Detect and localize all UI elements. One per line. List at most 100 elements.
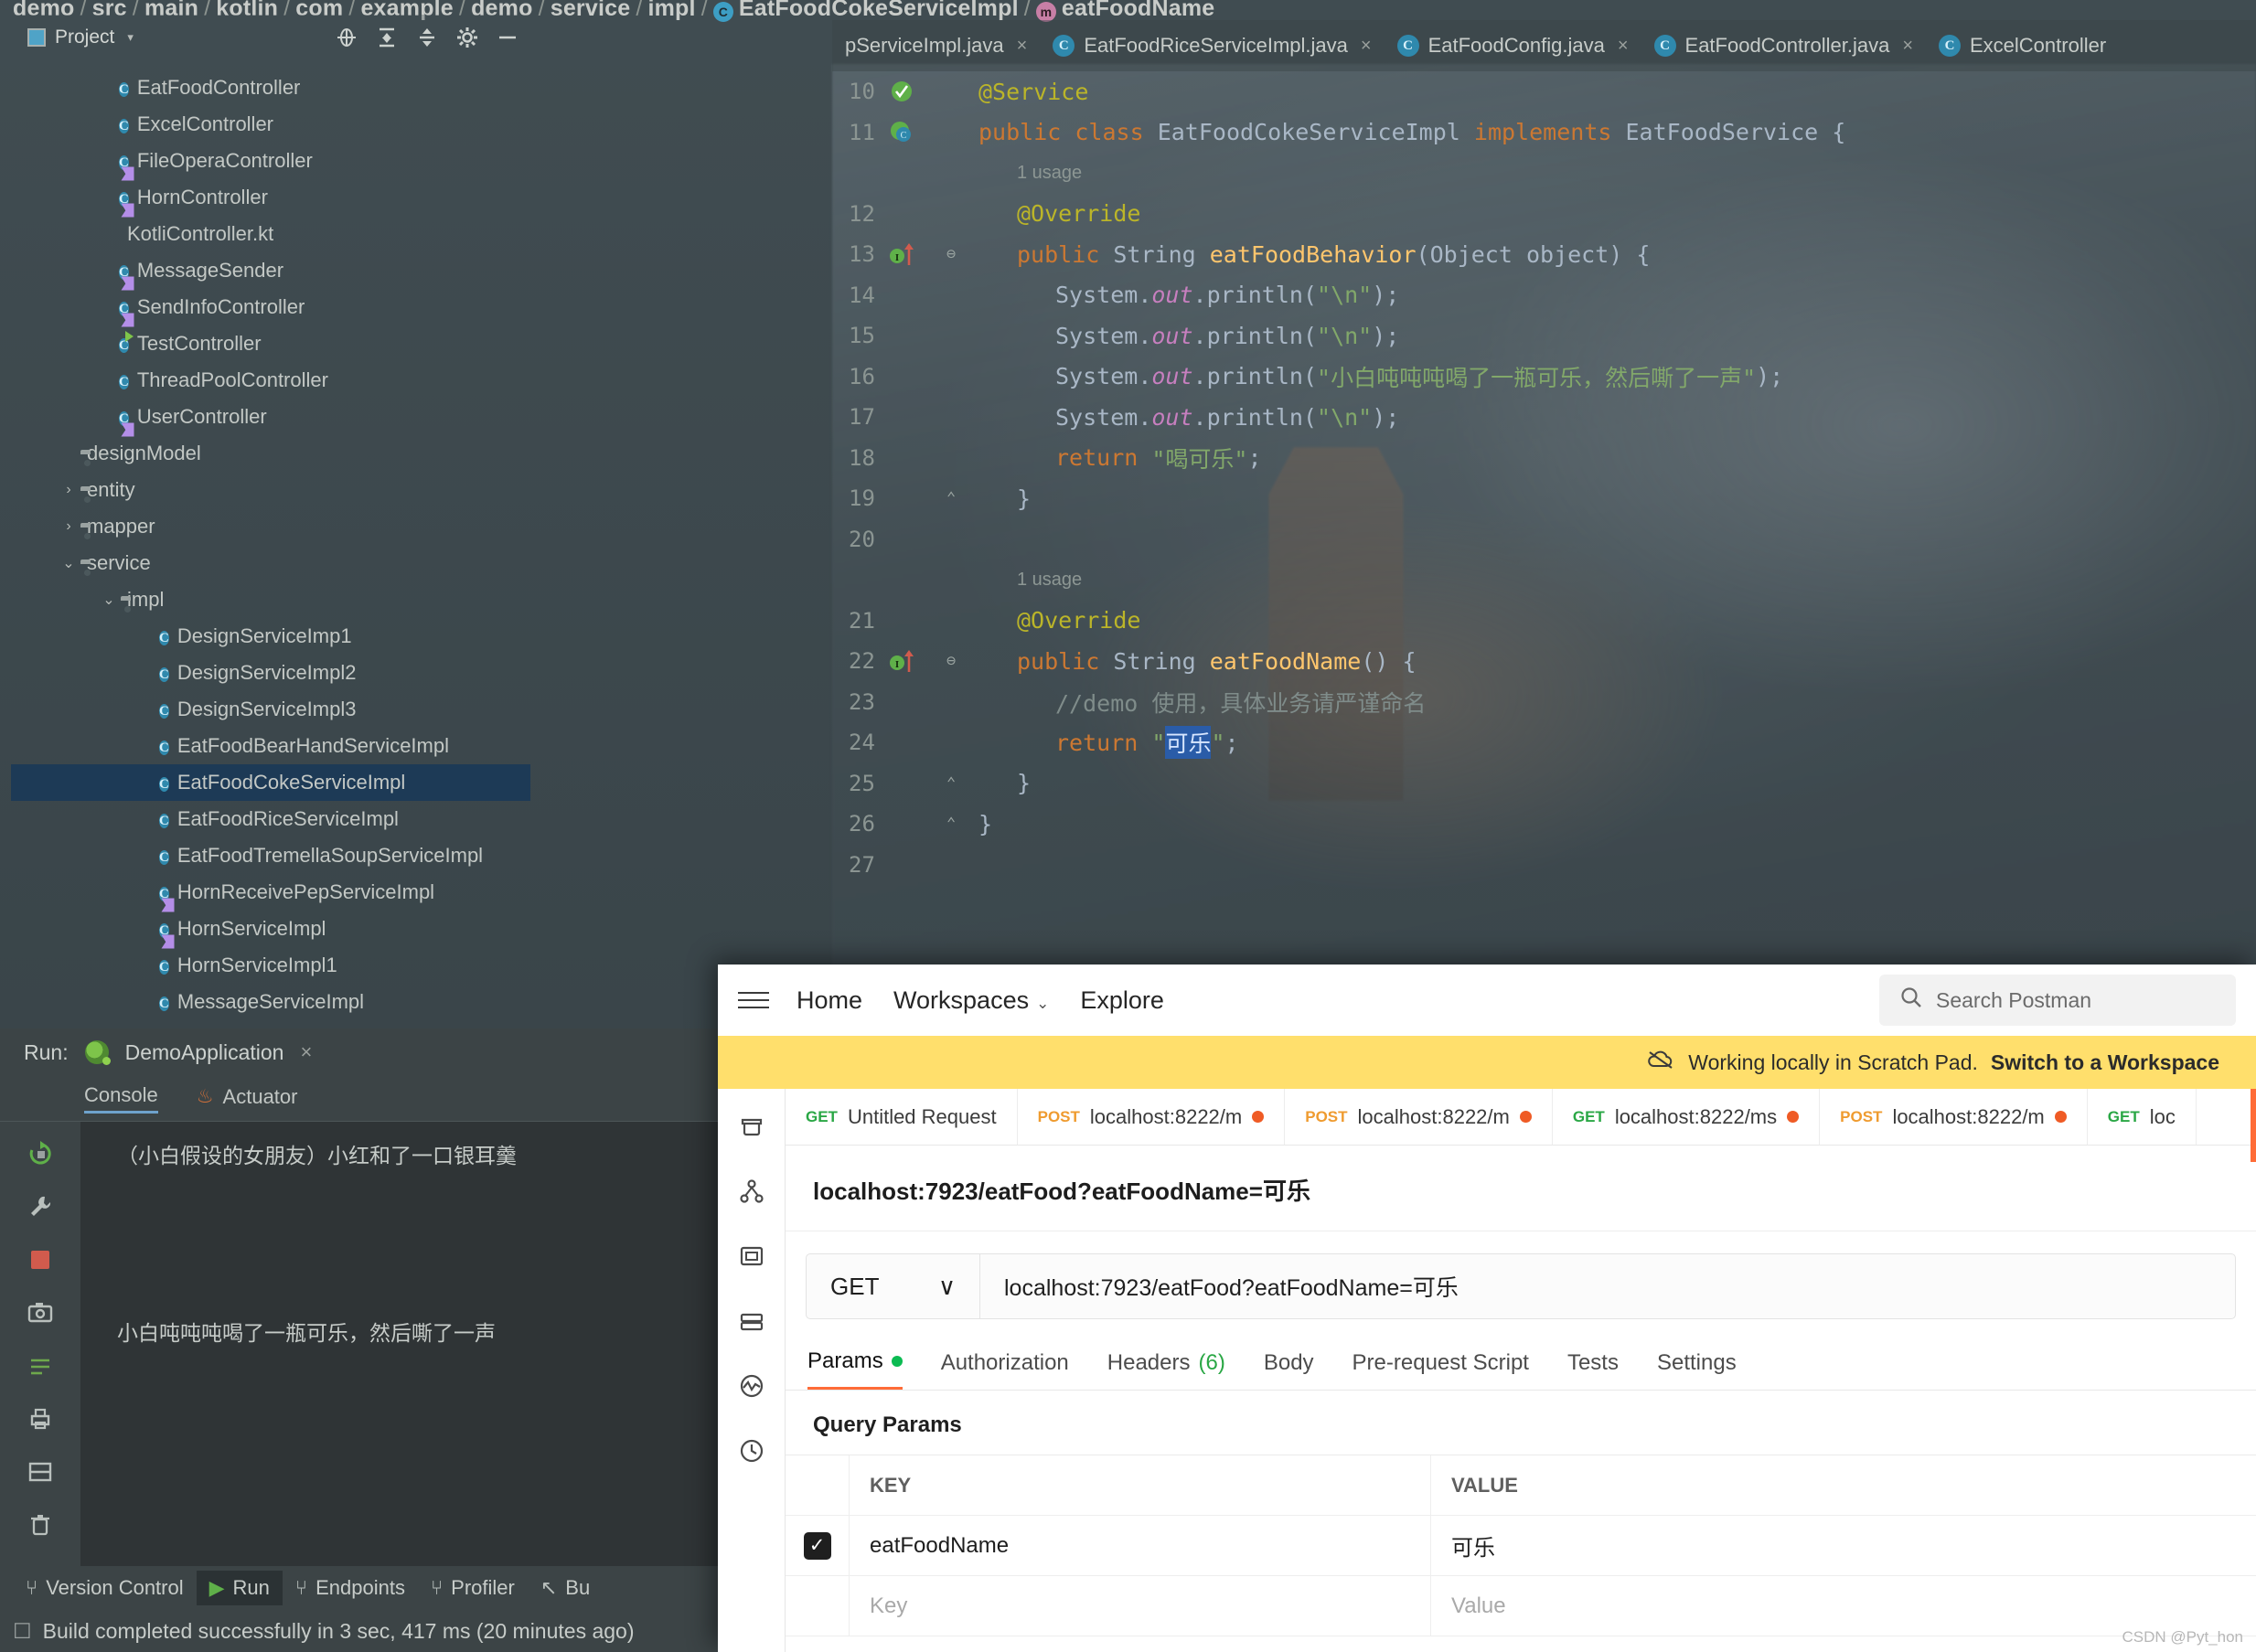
impl-arrow-icon[interactable]: I xyxy=(889,241,920,272)
status-tab-run[interactable]: ▶ Run xyxy=(196,1571,283,1605)
environments-icon[interactable] xyxy=(738,1242,765,1274)
tree-item[interactable]: › entity xyxy=(11,472,530,508)
locate-icon[interactable] xyxy=(335,26,358,49)
gutter-row[interactable]: 20 xyxy=(832,519,978,560)
table-row[interactable]: Key Value xyxy=(786,1576,2256,1636)
param-key[interactable]: eatFoodName xyxy=(850,1516,1431,1575)
code-editor[interactable]: 10 11 C 12 13 I ⊖ 14 15 16 17 18 19 ⌃ 20 21 22 I ⊖ 23 24 25 ⌃ 2… xyxy=(832,71,2256,969)
breadcrumb-item[interactable]: EatFoodCokeServiceImpl xyxy=(739,0,1019,22)
tree-item[interactable]: C TestController xyxy=(11,325,530,362)
gutter-row[interactable]: 26 ⌃ xyxy=(832,804,978,845)
sub-tab-headers[interactable]: Headers (6) xyxy=(1107,1350,1225,1389)
code-fold-end-icon[interactable]: ⌃ xyxy=(946,489,956,507)
gutter-row[interactable]: 17 xyxy=(832,397,978,438)
postman-sidebar-rail[interactable] xyxy=(718,1089,786,1652)
collections-icon[interactable] xyxy=(738,1113,765,1145)
console-output[interactable]: （小白假设的女朋友）小红和了一口银耳羹 小白吨吨吨喝了一瓶可乐，然后嘶了一声 xyxy=(80,1122,722,1604)
row-checkbox-cell[interactable]: ✓ xyxy=(786,1516,850,1575)
param-key-placeholder[interactable]: Key xyxy=(850,1576,1431,1636)
tree-item[interactable]: KotliController.kt xyxy=(11,216,530,252)
tree-item[interactable]: C EatFoodTremellaSoupServiceImpl xyxy=(11,837,530,874)
gutter-row[interactable]: 22 I ⊖ xyxy=(832,641,978,682)
sub-tab-settings[interactable]: Settings xyxy=(1657,1350,1737,1389)
sub-tab-params[interactable]: Params xyxy=(807,1348,903,1390)
editor-tab[interactable]: C ExcelController xyxy=(1926,20,2119,71)
gutter-row[interactable]: 16 xyxy=(832,357,978,398)
url-input[interactable]: localhost:7923/eatFood?eatFoodName=可乐 xyxy=(980,1254,2235,1318)
request-tab-bar[interactable]: GET Untitled Request POST localhost:8222/m P… xyxy=(786,1089,2256,1146)
editor-tab[interactable]: C EatFoodConfig.java × xyxy=(1385,20,1641,71)
run-class-icon[interactable]: C xyxy=(889,120,914,151)
tab-console[interactable]: Console xyxy=(84,1083,158,1114)
tree-item[interactable]: ⌄ impl xyxy=(11,581,530,618)
close-icon[interactable]: × xyxy=(1902,36,1913,57)
run-config-name[interactable]: DemoApplication xyxy=(125,1040,284,1065)
status-tab-profiler[interactable]: ⑂ Profiler xyxy=(418,1571,528,1605)
request-tab[interactable]: GET localhost:8222/ms xyxy=(1553,1089,1821,1145)
editor-tab[interactable]: pServiceImpl.java × xyxy=(832,20,1040,71)
gutter-row[interactable]: 19 ⌃ xyxy=(832,478,978,519)
hide-panel-icon[interactable] xyxy=(496,26,519,49)
tree-item[interactable]: designModel xyxy=(11,435,530,472)
method-select[interactable]: GET ∨ xyxy=(807,1254,980,1318)
tree-item[interactable]: C DesignServiceImp1 xyxy=(11,618,530,655)
query-params-table[interactable]: KEY VALUE ✓ eatFoodName 可乐 Key Value xyxy=(786,1455,2256,1636)
chevron-right-icon[interactable]: › xyxy=(59,518,79,535)
editor-tab-bar[interactable]: pServiceImpl.java × C EatFoodRiceServiceImp… xyxy=(832,20,2256,71)
ide-status-tabs[interactable]: ⑂ Version Control ▶ Run ⑂ Endpoints ⑂ Profiler ↖… xyxy=(0,1566,722,1610)
url-bar[interactable]: GET ∨ localhost:7923/eatFood?eatFoodName… xyxy=(806,1253,2236,1319)
gutter-row[interactable]: 18 xyxy=(832,438,978,479)
gutter-row[interactable]: 13 I ⊖ xyxy=(832,234,978,275)
chevron-down-icon[interactable]: ⌄ xyxy=(99,591,119,609)
gutter-row[interactable]: 23 xyxy=(832,682,978,723)
tree-item[interactable]: C EatFoodCokeServiceImpl xyxy=(11,764,530,801)
expand-all-icon[interactable] xyxy=(375,26,399,49)
impl-arrow-icon[interactable]: I xyxy=(889,648,920,679)
tree-item[interactable]: C HornController xyxy=(11,179,530,216)
apis-icon[interactable] xyxy=(738,1178,765,1210)
tree-item[interactable]: C ThreadPoolController xyxy=(11,362,530,399)
editor-tab[interactable]: C EatFoodController.java × xyxy=(1641,20,1926,71)
breadcrumb-item[interactable]: impl xyxy=(647,0,695,22)
run-toolbar[interactable] xyxy=(0,1122,80,1604)
close-icon[interactable]: × xyxy=(300,1040,312,1064)
selected-text[interactable]: 可乐 xyxy=(1165,726,1212,760)
tree-item[interactable]: › mapper xyxy=(11,508,530,545)
sub-tab-authorization[interactable]: Authorization xyxy=(941,1350,1069,1389)
tree-item[interactable]: C ExcelController xyxy=(11,106,530,143)
chevron-right-icon[interactable]: › xyxy=(59,482,79,498)
breadcrumb-item[interactable]: service xyxy=(551,0,631,22)
status-tab-bu[interactable]: ↖ Bu xyxy=(528,1571,603,1605)
gutter-row[interactable]: 12 xyxy=(832,194,978,235)
mock-servers-icon[interactable] xyxy=(738,1307,765,1339)
sub-tab-pre-request-script[interactable]: Pre-request Script xyxy=(1353,1350,1529,1389)
tree-item[interactable]: C SendInfoController xyxy=(11,289,530,325)
nav-explore[interactable]: Explore xyxy=(1080,986,1164,1015)
history-icon[interactable] xyxy=(738,1437,765,1469)
gutter-row[interactable]: 15 xyxy=(832,315,978,357)
tree-item[interactable]: C EatFoodRiceServiceImpl xyxy=(11,801,530,837)
code-fold-icon[interactable]: ⊖ xyxy=(946,652,956,670)
table-row[interactable]: ✓ eatFoodName 可乐 xyxy=(786,1516,2256,1576)
tree-item[interactable]: C FileOperaController xyxy=(11,143,530,179)
editor-gutter[interactable]: 10 11 C 12 13 I ⊖ 14 15 16 17 18 19 ⌃ 20 21 22 I ⊖ 23 24 25 ⌃ 2… xyxy=(832,71,978,969)
settings-gear-icon[interactable] xyxy=(455,26,479,49)
gutter-row[interactable]: 25 ⌃ xyxy=(832,763,978,805)
request-sub-tabs[interactable]: Params Authorization Headers (6) Body Pre-req… xyxy=(786,1319,2256,1390)
tab-actuator[interactable]: ♨ Actuator xyxy=(197,1085,298,1113)
breadcrumb-item[interactable]: eatFoodName xyxy=(1062,0,1215,22)
close-icon[interactable]: × xyxy=(1618,36,1629,57)
chevron-down-icon[interactable]: ⌄ xyxy=(59,554,79,572)
collapse-all-icon[interactable] xyxy=(415,26,439,49)
request-tab[interactable]: GET loc xyxy=(2088,1089,2197,1145)
gutter-row[interactable]: 14 xyxy=(832,275,978,316)
tree-item[interactable]: C HornServiceImpl1 xyxy=(11,947,530,984)
status-tab-version-control[interactable]: ⑂ Version Control xyxy=(13,1571,197,1605)
gutter-row[interactable]: 10 xyxy=(832,71,978,112)
thread-dump-icon[interactable] xyxy=(25,1350,56,1381)
switch-workspace-link[interactable]: Switch to a Workspace xyxy=(1991,1050,2219,1075)
tree-item[interactable]: C HornReceivePepServiceImpl xyxy=(11,874,530,911)
gutter-row[interactable]: 27 xyxy=(832,845,978,886)
tree-item[interactable]: ⌄ service xyxy=(11,545,530,581)
tree-item[interactable]: C EatFoodController xyxy=(11,69,530,106)
